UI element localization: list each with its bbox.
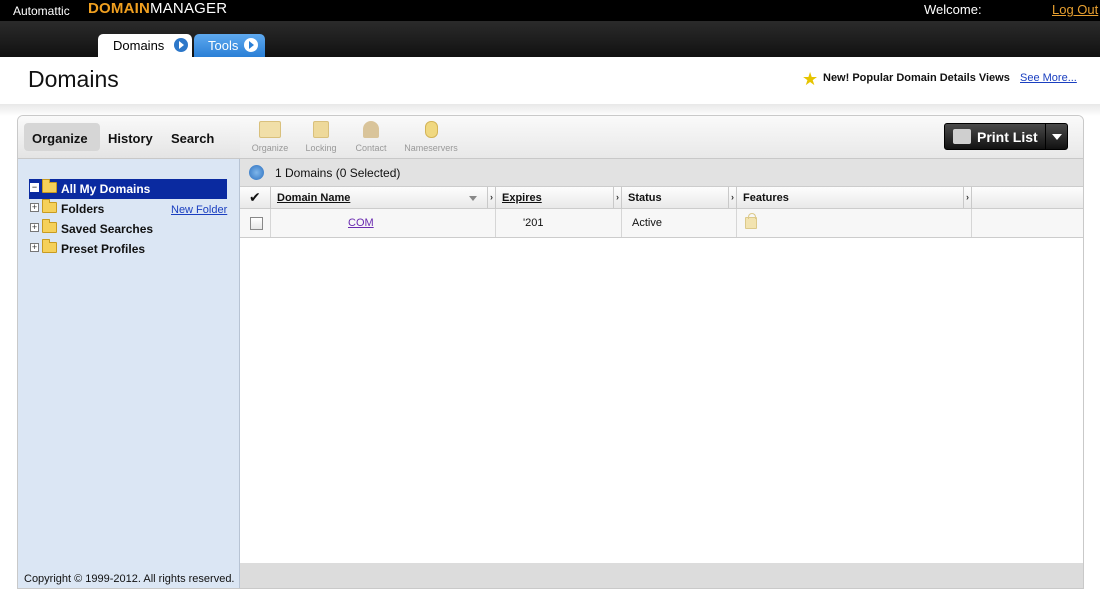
print-list-button[interactable]: Print List [944, 123, 1068, 150]
contact-button[interactable]: Contact [350, 121, 392, 153]
logout-link[interactable]: Log Out [1052, 2, 1098, 17]
contact-label: Contact [355, 143, 387, 153]
lock-icon [313, 121, 329, 138]
logo-rest: MANAGER [150, 0, 228, 17]
column-features[interactable]: Features › [737, 187, 972, 209]
main-panel: Organize History Search − All My Domains… [17, 115, 1084, 589]
refresh-icon[interactable] [249, 165, 264, 180]
column-label: Status [628, 192, 662, 204]
organize-label: Organize [251, 143, 289, 153]
tree-item-saved-searches[interactable]: + Saved Searches [29, 219, 227, 239]
folder-icon [259, 121, 281, 138]
grid-body [240, 238, 1083, 563]
tab-domains[interactable]: Domains [98, 34, 192, 57]
toolbar: Organize Locking Contact Nameservers Pri… [240, 116, 1083, 159]
chevron-right-icon [244, 38, 258, 52]
column-domain-name[interactable]: Domain Name › [271, 187, 496, 209]
locking-button[interactable]: Locking [302, 121, 340, 153]
row-checkbox-cell [240, 209, 271, 237]
folder-icon [42, 199, 57, 213]
status-cell: Active [622, 209, 737, 237]
folder-icon [42, 179, 57, 193]
locking-label: Locking [305, 143, 337, 153]
organize-button[interactable]: Organize [250, 121, 290, 153]
logo-bold: DOMAIN [88, 0, 151, 17]
tab-history[interactable]: History [100, 123, 161, 151]
tab-tools-label: Tools [208, 38, 239, 53]
new-folder-link[interactable]: New Folder [171, 204, 227, 216]
column-expires[interactable]: Expires › [496, 187, 622, 209]
sort-down-icon [469, 196, 477, 201]
folder-icon [42, 239, 57, 253]
expand-icon[interactable]: + [30, 243, 39, 252]
select-all-column[interactable]: ✔ [240, 187, 271, 209]
expand-icon[interactable]: + [30, 223, 39, 232]
row-checkbox[interactable] [250, 217, 263, 230]
features-cell [737, 209, 972, 237]
grid-header: ✔ Domain Name › Expires › Status › Featu… [240, 186, 1083, 209]
copyright-text: Copyright © 1999-2012. All rights reserv… [24, 573, 235, 585]
selection-count-bar: 1 Domains (0 Selected) [240, 159, 1083, 186]
column-label: Expires [502, 192, 542, 204]
nameservers-button[interactable]: Nameservers [400, 121, 462, 153]
contact-icon [363, 121, 379, 138]
see-more-link[interactable]: See More... [1020, 72, 1077, 84]
nameservers-label: Nameservers [404, 143, 458, 153]
database-icon [424, 121, 438, 138]
column-label: Domain Name [277, 192, 351, 204]
tree-item-label: Preset Profiles [61, 242, 146, 256]
print-list-label: Print List [977, 129, 1038, 145]
domain-link[interactable]: COM [348, 217, 374, 229]
tree-item-preset-profiles[interactable]: + Preset Profiles [29, 239, 227, 259]
welcome-text: Welcome: [924, 2, 982, 17]
folder-icon [42, 219, 57, 233]
tree-item-label: Saved Searches [61, 222, 154, 236]
expand-icon[interactable]: + [30, 203, 39, 212]
lock-icon [745, 213, 757, 229]
tree-item-all-my-domains[interactable]: − All My Domains [29, 179, 227, 199]
tree-item-label: All My Domains [61, 182, 151, 196]
chevron-right-icon [174, 38, 188, 52]
printer-icon [953, 129, 971, 144]
tab-tools[interactable]: Tools [194, 34, 265, 57]
grid-footer [240, 563, 1083, 588]
tab-search[interactable]: Search [163, 123, 222, 151]
main-tab-bar: Domains Tools [0, 21, 1100, 57]
column-resize-icon[interactable]: › [613, 187, 621, 208]
column-label: Features [743, 192, 789, 204]
collapse-icon[interactable]: − [30, 183, 39, 192]
tree-item-label: Folders [61, 202, 105, 216]
folder-tree-pane: − All My Domains + Folders + Saved Searc… [18, 159, 240, 588]
chevron-down-icon[interactable] [1045, 124, 1068, 149]
table-row[interactable]: COM '201 Active [240, 209, 1083, 238]
column-resize-icon[interactable]: › [487, 187, 495, 208]
expires-value: '201 [523, 217, 544, 229]
top-bar: Automattic DOMAINMANAGER Welcome: Log Ou… [0, 0, 1100, 21]
tree-item-folders[interactable]: + Folders [29, 199, 169, 219]
domain-name-cell: COM [271, 209, 496, 237]
column-status[interactable]: Status › [622, 187, 737, 209]
expires-cell: '201 [496, 209, 622, 237]
app-logo: DOMAINMANAGER [88, 0, 227, 17]
column-resize-icon[interactable]: › [963, 187, 971, 208]
left-tab-bar: Organize History Search [18, 116, 240, 159]
tab-domains-label: Domains [113, 38, 165, 53]
column-resize-icon[interactable]: › [728, 187, 736, 208]
domain-count: 1 Domains (0 Selected) [275, 166, 401, 180]
tab-organize[interactable]: Organize [24, 123, 100, 151]
checkmark-icon: ✔ [249, 189, 261, 205]
brand-name: Automattic [13, 4, 70, 18]
status-value: Active [632, 217, 662, 229]
star-icon: ★ [802, 69, 819, 89]
promo-text: New! Popular Domain Details Views [823, 72, 1010, 84]
page-title: Domains [28, 66, 119, 92]
